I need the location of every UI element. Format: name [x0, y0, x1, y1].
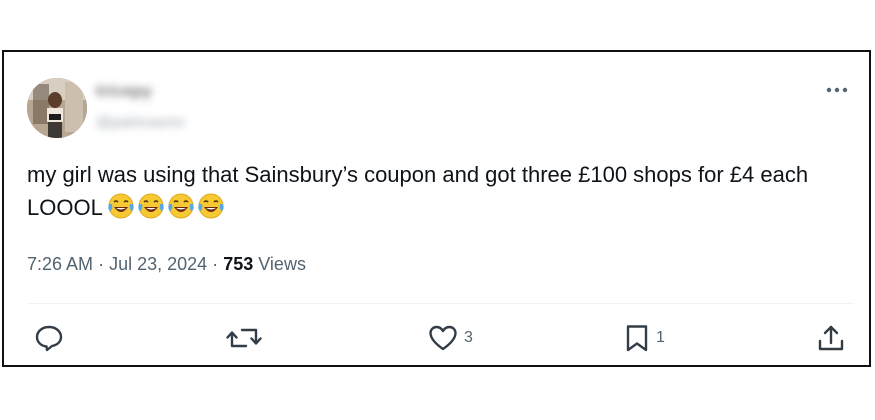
bookmark-icon	[626, 325, 648, 352]
meta-separator: ·	[212, 254, 219, 274]
avatar-photo	[27, 78, 87, 138]
bookmark-button[interactable]: 1	[624, 324, 665, 352]
reply-icon	[35, 325, 63, 352]
bookmark-count: 1	[656, 329, 665, 346]
more-options-button[interactable]	[823, 80, 851, 100]
like-button[interactable]: 3	[428, 324, 473, 352]
emoji-group	[107, 192, 225, 220]
author-name[interactable]: tricepy	[96, 83, 152, 101]
share-button[interactable]	[817, 324, 845, 352]
tweet-meta: 7:26 AM · Jul 23, 2024 · 753 Views	[27, 254, 306, 275]
share-icon	[818, 325, 844, 351]
divider	[27, 303, 854, 304]
retweet-icon	[226, 328, 262, 348]
laughing-crying-emoji-icon	[138, 193, 164, 219]
laughing-crying-emoji-icon	[198, 193, 224, 219]
tweet-card: tricepy @patricasmn my girl was using th…	[2, 50, 871, 367]
reply-button[interactable]	[34, 324, 70, 352]
tweet-text: my girl was using that Sainsbury’s coupo…	[27, 158, 857, 224]
tweet-date[interactable]: Jul 23, 2024	[109, 254, 207, 274]
heart-icon	[429, 325, 457, 351]
laughing-crying-emoji-icon	[108, 193, 134, 219]
more-horizontal-icon	[826, 87, 848, 93]
author-handle[interactable]: @patricasmn	[96, 114, 185, 131]
views-label: Views	[258, 254, 306, 274]
like-count: 3	[464, 329, 473, 346]
meta-separator: ·	[98, 254, 105, 274]
retweet-button[interactable]	[226, 324, 268, 352]
laughing-crying-emoji-icon	[168, 193, 194, 219]
views-count: 753	[223, 254, 254, 274]
tweet-time[interactable]: 7:26 AM	[27, 254, 93, 274]
avatar[interactable]	[27, 78, 87, 138]
